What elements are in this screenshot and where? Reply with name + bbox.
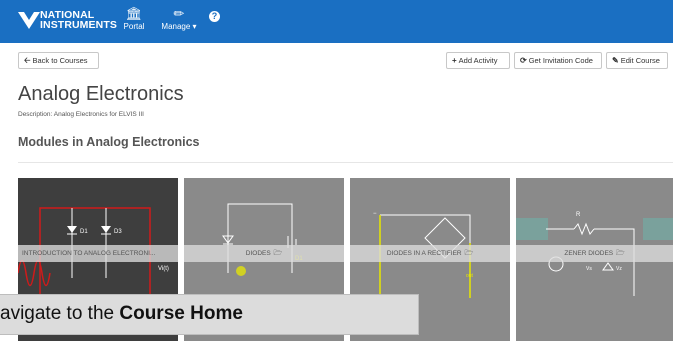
- art-label-out: out: [466, 273, 474, 279]
- art-label-d3: D3: [114, 229, 122, 235]
- caption-bold: Course Home: [119, 303, 243, 324]
- module-label-text: DIODES IN A RECTIFIER: [386, 250, 462, 257]
- module-label-text: DIODES: [245, 250, 271, 257]
- art-label-d1: D1: [80, 229, 88, 235]
- module-label: DIODES 🗁: [184, 245, 344, 262]
- back-to-courses-label: Back to Courses: [32, 56, 88, 65]
- edit-course-label: Edit Course: [620, 56, 660, 65]
- building-icon: 🏛: [125, 6, 143, 21]
- ni-logo[interactable]: NATIONAL INSTRUMENTS: [18, 7, 117, 37]
- art-label-vs: Vs: [586, 266, 592, 272]
- get-invitation-code-button[interactable]: ⟳ Get Invitation Code: [514, 52, 602, 69]
- divider: [18, 162, 673, 163]
- art-label-vi: Vi(t): [158, 266, 169, 272]
- folder-icon: 🗁: [464, 250, 474, 257]
- folder-icon: 🗁: [273, 250, 283, 257]
- pencil-icon: ✏: [173, 6, 185, 21]
- module-label: ZENER DIODES 🗁: [516, 245, 673, 262]
- eagle-logo-icon: [18, 12, 40, 29]
- modules-heading: Modules in Analog Electronics: [18, 135, 200, 149]
- course-description: Description: Analog Electronics for ELVI…: [18, 111, 144, 118]
- logo-text-line2: INSTRUMENTS: [40, 19, 117, 31]
- nav-portal[interactable]: 🏛 Portal: [121, 5, 147, 31]
- art-label-r: R: [576, 212, 581, 218]
- refresh-icon: ⟳: [520, 56, 527, 65]
- module-label-text: ZENER DIODES: [564, 250, 614, 257]
- art-label-vz: Vz: [616, 266, 622, 272]
- page-title: Analog Electronics: [18, 83, 184, 105]
- module-label: DIODES IN A RECTIFIER 🗁: [350, 245, 510, 262]
- nav-portal-label: Portal: [123, 22, 145, 31]
- edit-course-button[interactable]: ✎ Edit Course: [606, 52, 668, 69]
- help-icon[interactable]: ?: [209, 11, 220, 22]
- arrow-left-icon: 🡠: [24, 56, 31, 65]
- svg-text:−: −: [373, 211, 377, 217]
- back-to-courses-button[interactable]: 🡠 Back to Courses: [18, 52, 99, 69]
- caption-prefix: avigate to the: [0, 303, 120, 324]
- nav-manage-label: Manage ▾: [161, 22, 197, 31]
- nav-manage[interactable]: ✏ Manage ▾: [156, 5, 202, 31]
- edit-icon: ✎: [612, 56, 619, 65]
- plus-icon: +: [452, 56, 457, 65]
- course-page: NATIONAL INSTRUMENTS 🏛 Portal ✏ Manage ▾…: [0, 0, 673, 341]
- add-activity-button[interactable]: + Add Activity: [446, 52, 510, 69]
- module-card-zener-diodes[interactable]: R Vs Vz ZENER DIODES 🗁: [516, 178, 673, 341]
- get-invitation-code-label: Get Invitation Code: [528, 56, 593, 65]
- top-navigation-bar: NATIONAL INSTRUMENTS 🏛 Portal ✏ Manage ▾…: [0, 0, 673, 43]
- instruction-caption: avigate to the Course Home: [0, 294, 419, 335]
- add-activity-label: Add Activity: [458, 56, 498, 65]
- module-label: INTRODUCTION TO ANALOG ELECTRONI...: [18, 245, 178, 262]
- folder-icon: 🗁: [615, 250, 625, 257]
